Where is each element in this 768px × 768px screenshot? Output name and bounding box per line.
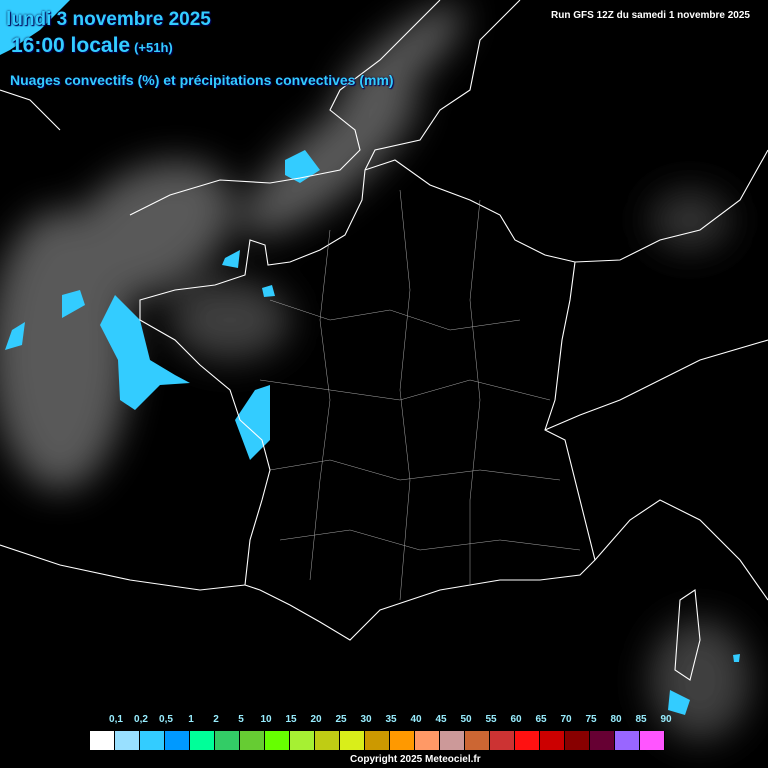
legend-label: 0,2 [134, 714, 148, 725]
legend-swatch [115, 731, 140, 750]
legend-label: 15 [285, 714, 297, 725]
legend-swatch [490, 731, 515, 750]
legend-label: 85 [635, 714, 647, 725]
legend-label: 80 [610, 714, 622, 725]
legend-swatch [290, 731, 315, 750]
legend-label: 40 [410, 714, 422, 725]
legend-swatch [365, 731, 390, 750]
legend-label: 25 [335, 714, 347, 725]
legend-swatch [615, 731, 640, 750]
legend-swatch [240, 731, 265, 750]
legend-label: 90 [660, 714, 672, 725]
legend-swatch [340, 731, 365, 750]
forecast-map-view: lundi 3 novembre 2025 16:00 locale (+51h)… [0, 0, 768, 768]
legend-swatch [640, 731, 665, 750]
legend-swatch [390, 731, 415, 750]
legend-label: 75 [585, 714, 597, 725]
legend-label: 0,5 [159, 714, 173, 725]
legend-label: 65 [535, 714, 547, 725]
legend-label: 5 [238, 714, 244, 725]
color-legend [90, 731, 665, 750]
legend-swatch [515, 731, 540, 750]
convective-cloud-cover [0, 5, 750, 740]
legend-swatch [140, 731, 165, 750]
legend-label: 2 [213, 714, 219, 725]
legend-swatch [215, 731, 240, 750]
legend-swatch [565, 731, 590, 750]
legend-swatch [265, 731, 290, 750]
legend-swatch [315, 731, 340, 750]
map-canvas [0, 0, 768, 740]
legend-label: 45 [435, 714, 447, 725]
legend-swatch [165, 731, 190, 750]
legend-label: 30 [360, 714, 372, 725]
legend-swatch [190, 731, 215, 750]
legend-swatch [465, 731, 490, 750]
legend-label: 70 [560, 714, 572, 725]
legend-swatch [415, 731, 440, 750]
parameter-title: Nuages convectifs (%) et précipitations … [10, 72, 394, 88]
forecast-time-label: 16:00 locale [11, 34, 131, 57]
legend-label: 55 [485, 714, 497, 725]
model-run-info: Run GFS 12Z du samedi 1 novembre 2025 [541, 6, 760, 25]
lead-time: (+51h) [134, 40, 173, 55]
legend-swatch [440, 731, 465, 750]
legend-label: 0,1 [109, 714, 123, 725]
legend-label: 20 [310, 714, 322, 725]
legend-label: 50 [460, 714, 472, 725]
legend-swatch [90, 731, 115, 750]
legend-label: 1 [188, 714, 194, 725]
legend-swatch [590, 731, 615, 750]
forecast-date: lundi 3 novembre 2025 [6, 9, 211, 30]
copyright: Copyright 2025 Meteociel.fr [350, 754, 481, 765]
department-borders [259, 189, 581, 601]
legend-swatch [540, 731, 565, 750]
legend-label: 35 [385, 714, 397, 725]
legend-label: 10 [260, 714, 272, 725]
legend-label: 60 [510, 714, 522, 725]
forecast-time: 16:00 locale (+51h) [11, 34, 173, 58]
